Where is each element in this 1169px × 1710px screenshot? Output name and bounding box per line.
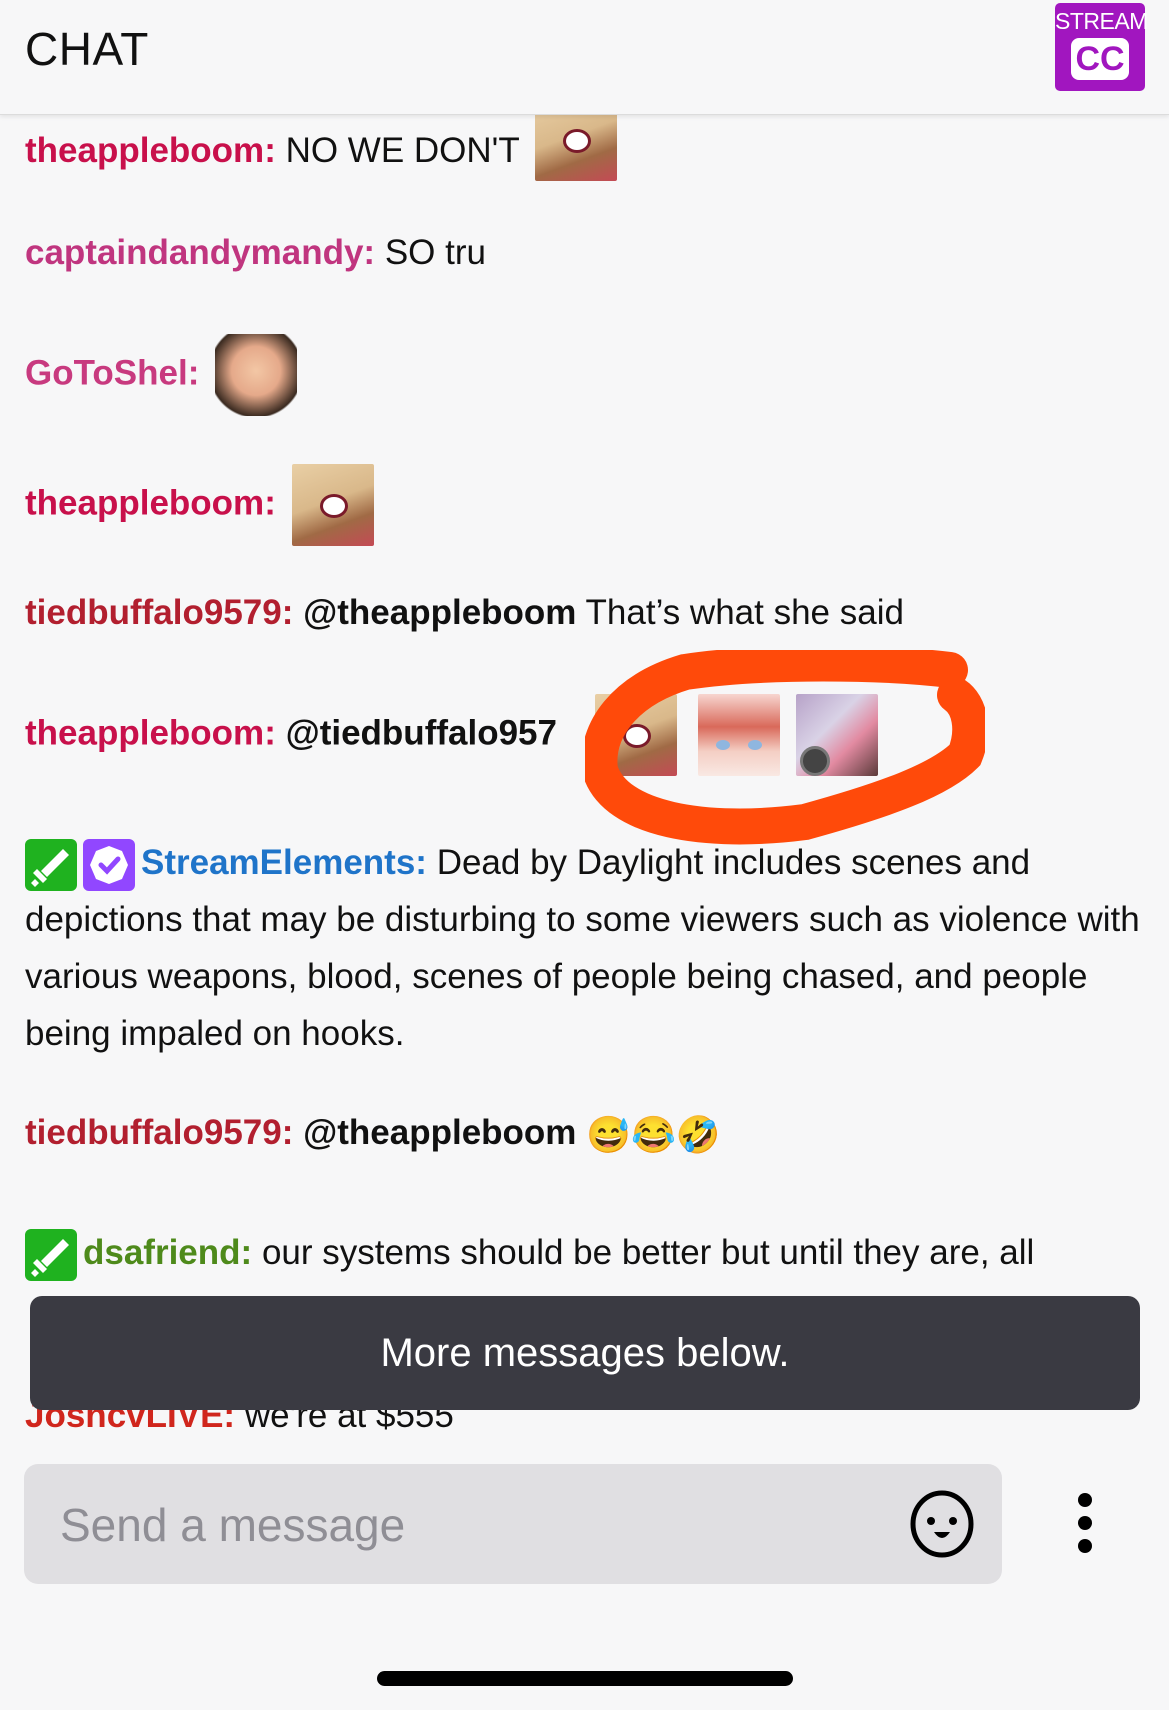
username[interactable]: theappleboom (25, 131, 264, 170)
more-messages-banner[interactable]: More messages below. (30, 1296, 1140, 1410)
chat-message: captaindandymandy: SO tru (25, 224, 486, 281)
emote-picker-icon[interactable] (908, 1490, 976, 1558)
gun-girl-emote[interactable] (796, 694, 879, 776)
more-options-icon[interactable] (1070, 1490, 1100, 1560)
closed-captions-icon: CC (1071, 38, 1129, 80)
chat-message: theappleboom: (25, 464, 374, 546)
laughing-man-emote[interactable] (215, 334, 298, 416)
send-message-input[interactable] (58, 1464, 882, 1586)
username-colon: : (240, 1233, 253, 1272)
username[interactable]: StreamElements (141, 843, 415, 882)
username-colon: : (264, 483, 276, 523)
message-text: our systems should be better but until t… (261, 1233, 1035, 1272)
username[interactable]: theappleboom (25, 483, 264, 522)
chat-message: dsafriend: our systems should be better … (25, 1224, 1034, 1281)
anime-emote[interactable] (594, 694, 677, 776)
username-colon: : (264, 713, 276, 753)
laughing-emoji-icons: 😅😂🤣 (586, 1114, 721, 1156)
verified-badge-icon[interactable] (83, 838, 135, 891)
chat-header: CHAT STREAM CC (0, 0, 1169, 115)
anime-emote[interactable] (291, 464, 374, 546)
cat-girl-emote[interactable] (698, 694, 781, 776)
moderator-badge-icon[interactable] (25, 838, 77, 891)
username[interactable]: tiedbuffalo9579 (25, 1113, 282, 1152)
chat-message: tiedbuffalo9579: @theappleboom That’s wh… (25, 584, 904, 641)
username-colon: : (281, 1113, 294, 1152)
chat-message: theappleboom: @tiedbuffalo957 (25, 694, 879, 776)
username-colon: : (415, 843, 427, 882)
mention[interactable]: @theappleboom (303, 593, 576, 632)
username-colon: : (187, 353, 200, 393)
mention[interactable]: @theappleboom (303, 1113, 576, 1152)
message-text: That’s what she said (585, 593, 904, 632)
username[interactable]: GoToShel (25, 353, 188, 392)
username-colon: : (363, 233, 376, 272)
moderator-badge-icon[interactable] (25, 1228, 77, 1281)
username-colon: : (264, 131, 276, 170)
username[interactable]: dsafriend (83, 1233, 241, 1272)
chat-message: tiedbuffalo9579: @theappleboom 😅😂🤣 (25, 1104, 721, 1163)
message-composer (24, 1464, 1002, 1586)
username[interactable]: captaindandymandy (25, 233, 363, 272)
mention[interactable]: @tiedbuffalo957 (286, 713, 557, 752)
chat-message: StreamElements: Dead by Daylight include… (25, 834, 1145, 1062)
message-text: SO tru (384, 233, 486, 272)
username[interactable]: theappleboom (25, 713, 264, 752)
message-text: NO WE DON'T (285, 131, 520, 170)
stream-cc-button[interactable]: STREAM CC (1055, 3, 1148, 91)
username[interactable]: tiedbuffalo9579 (25, 593, 282, 632)
home-indicator[interactable] (377, 1671, 793, 1686)
stream-cc-label: STREAM (1055, 8, 1148, 34)
chat-message: GoToShel: (25, 334, 298, 416)
chat-message-list[interactable]: theappleboom: NO WE DON'T captaindandyma… (0, 98, 1169, 1454)
chat-title: CHAT (25, 23, 149, 75)
chat-message: theappleboom: NO WE DON'T (25, 98, 617, 181)
username-colon: : (281, 593, 294, 632)
